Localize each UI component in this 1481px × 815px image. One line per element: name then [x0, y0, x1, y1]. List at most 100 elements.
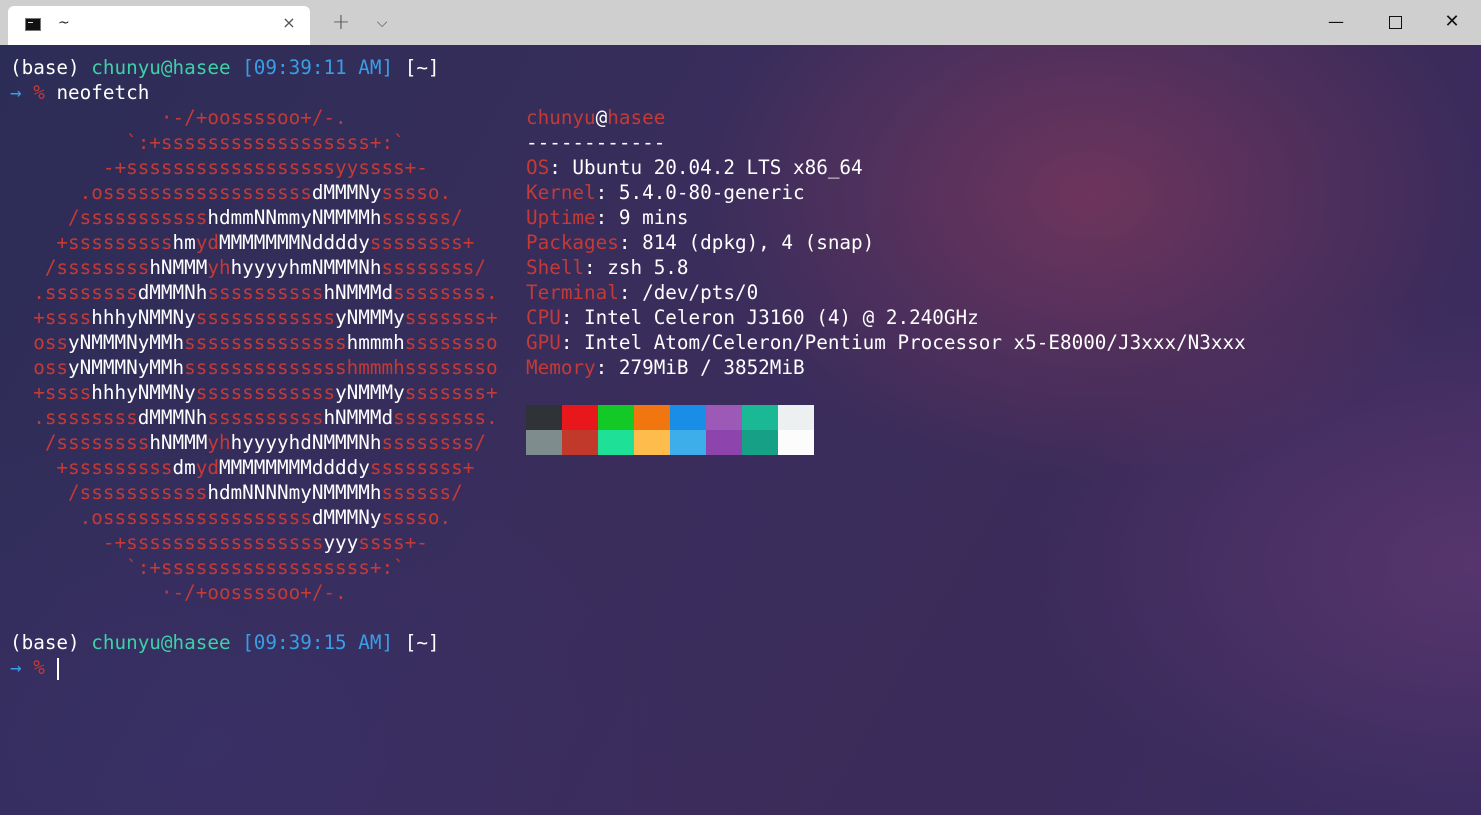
ascii-segment: ·-/+oossssoo+/-.: [10, 581, 347, 604]
command-line: → % neofetch: [10, 80, 149, 105]
prompt-symbol: %: [33, 656, 45, 679]
tab-close-icon[interactable]: ×: [280, 14, 298, 32]
chevron-down-icon[interactable]: ⌵: [367, 8, 397, 38]
info-value: : 9 mins: [595, 206, 689, 229]
info-value: : 814 (dpkg), 4 (snap): [618, 231, 875, 254]
color-swatch: [778, 430, 814, 455]
ascii-segment: yh: [207, 431, 231, 454]
color-swatch: [742, 430, 778, 455]
prompt-dir: [~]: [404, 56, 440, 79]
ascii-logo-line: +sssssssssdmydMMMMMMMMddddyssssssss+: [10, 455, 474, 480]
ascii-segment: -+ssssssssssssssssssyyssss+-: [10, 156, 428, 179]
terminal-icon: [25, 18, 41, 31]
info-host: hasee: [607, 106, 666, 129]
conda-env: (base): [10, 631, 80, 654]
color-swatch: [526, 405, 562, 430]
ascii-segment: .ssssssss: [10, 406, 138, 429]
command-text: neofetch: [56, 81, 150, 104]
info-label: Packages: [526, 231, 619, 254]
prompt-arrow-icon: →: [10, 656, 22, 679]
ascii-segment: sssssss+: [404, 381, 498, 404]
ascii-logo-line: -+ssssssssssssssssssyyssss+-: [10, 155, 428, 180]
terminal-tab[interactable]: ~ ×: [8, 6, 310, 45]
info-row-cpu: CPU: Intel Celeron J3160 (4) @ 2.240GHz: [526, 305, 979, 330]
text-cursor: [57, 657, 60, 680]
color-swatch: [562, 430, 598, 455]
info-label: GPU: [526, 331, 561, 354]
ascii-segment: yh: [207, 256, 231, 279]
ascii-logo-line: +sssshhhyNMMNyssssssssssssyNMMMysssssss+: [10, 380, 498, 405]
prompt-time: [09:39:11 AM]: [242, 56, 394, 79]
ascii-logo-line: /sssssssshNMMMyhhyyyyhdNMMMNhssssssss/: [10, 430, 486, 455]
info-value: : Intel Atom/Celeron/Pentium Processor x…: [560, 331, 1246, 354]
ascii-logo-line: `:+ssssssssssssssssss+:`: [10, 130, 405, 155]
info-row-terminal: Terminal: /dev/pts/0: [526, 280, 758, 305]
ascii-segment: yNMMMy: [335, 306, 405, 329]
color-swatch: [598, 430, 634, 455]
ascii-logo-line: .ossssssssssssssssssdMMMNysssso.: [10, 505, 452, 530]
info-label: Uptime: [526, 206, 596, 229]
color-swatch: [562, 405, 598, 430]
ascii-segment: yNMMMy: [335, 381, 405, 404]
ascii-segment: dMMMNh: [137, 406, 208, 429]
ascii-segment: ssssssssssssss: [184, 331, 347, 354]
ascii-segment: ssssssssssss: [195, 381, 336, 404]
ascii-segment: hhhyNMMNy: [91, 306, 196, 329]
ascii-segment: yd: [195, 231, 219, 254]
terminal-output[interactable]: (base) chunyu@hasee [09:39:11 AM] [~] → …: [0, 45, 1481, 815]
info-separator: ------------: [526, 131, 666, 154]
ascii-segment: hdmNNNNmyNMMMMh: [207, 481, 382, 504]
ascii-segment: ssssssssssss: [195, 306, 336, 329]
minimize-button[interactable]: —: [1307, 0, 1365, 44]
color-swatch: [706, 430, 742, 455]
ascii-segment: +sssssssss: [10, 456, 173, 479]
info-row-os: OS: Ubuntu 20.04.2 LTS x86_64: [526, 155, 863, 180]
prompt-arrow-icon: →: [10, 81, 22, 104]
ascii-segment: hmmmh: [346, 331, 405, 354]
color-swatch: [634, 430, 670, 455]
prompt-time: [09:39:15 AM]: [242, 631, 394, 654]
ascii-segment: /ssssssss: [10, 431, 150, 454]
info-row-packages: Packages: 814 (dpkg), 4 (snap): [526, 230, 874, 255]
info-value: : 5.4.0-80-generic: [595, 181, 805, 204]
ascii-segment: .ossssssssssssssssss: [10, 181, 312, 204]
prompt-line: (base) chunyu@hasee [09:39:15 AM] [~]: [10, 630, 440, 655]
ascii-logo-line: ·-/+oossssoo+/-.: [10, 105, 347, 130]
title-bar: ~ × + ⌵ — ✕: [0, 0, 1481, 45]
ascii-segment: oss: [10, 331, 69, 354]
ascii-segment: .ssssssss: [10, 281, 138, 304]
color-swatch: [598, 405, 634, 430]
command-line[interactable]: → %: [10, 655, 60, 680]
ascii-segment: ssssssssss: [207, 281, 324, 304]
ascii-segment: .ossssssssssssssssss: [10, 506, 312, 529]
ascii-logo-line: ·-/+oossssoo+/-.: [10, 580, 347, 605]
color-swatch: [778, 405, 814, 430]
user-host: chunyu@hasee: [91, 56, 231, 79]
close-button[interactable]: ✕: [1423, 0, 1481, 44]
ascii-logo-line: /ssssssssssshdmNNNNmyNMMMMhssssss/: [10, 480, 463, 505]
ascii-segment: yNMMMNyMMh: [68, 331, 185, 354]
ascii-logo-line: .ssssssssdMMMNhsssssssssshNMMMdssssssss.: [10, 405, 497, 430]
ascii-segment: ssssssssss: [207, 406, 324, 429]
info-row-kernel: Kernel: 5.4.0-80-generic: [526, 180, 805, 205]
ascii-logo-line: /ssssssssssshdmmNNmmyNMMMMhssssss/: [10, 205, 463, 230]
color-palette: [526, 405, 814, 455]
ascii-logo-line: +ssssssssshmydMMMMMMMNddddyssssssss+: [10, 230, 474, 255]
info-label: Shell: [526, 256, 585, 279]
ascii-segment: hNMMM: [149, 256, 208, 279]
info-label: Memory: [526, 356, 596, 379]
color-swatch: [742, 405, 778, 430]
info-value: : Ubuntu 20.04.2 LTS x86_64: [549, 156, 863, 179]
ascii-segment: oss: [10, 356, 69, 379]
new-tab-button[interactable]: +: [326, 8, 356, 38]
info-header: chunyu@hasee: [526, 105, 665, 130]
ascii-logo-line: ossyNMMMNyMMhsssssssssssssshmmmhssssssso: [10, 355, 497, 380]
info-value: : zsh 5.8: [584, 256, 689, 279]
ascii-logo-line: .ossssssssssssssssssdMMMNysssso.: [10, 180, 452, 205]
ascii-segment: hyyyyhmNMMMNh: [230, 256, 382, 279]
ascii-segment: ssssssss.: [393, 281, 498, 304]
prompt-dir: [~]: [404, 631, 440, 654]
ascii-segment: +ssss: [10, 306, 92, 329]
maximize-button[interactable]: [1366, 0, 1424, 44]
info-label: Kernel: [526, 181, 596, 204]
